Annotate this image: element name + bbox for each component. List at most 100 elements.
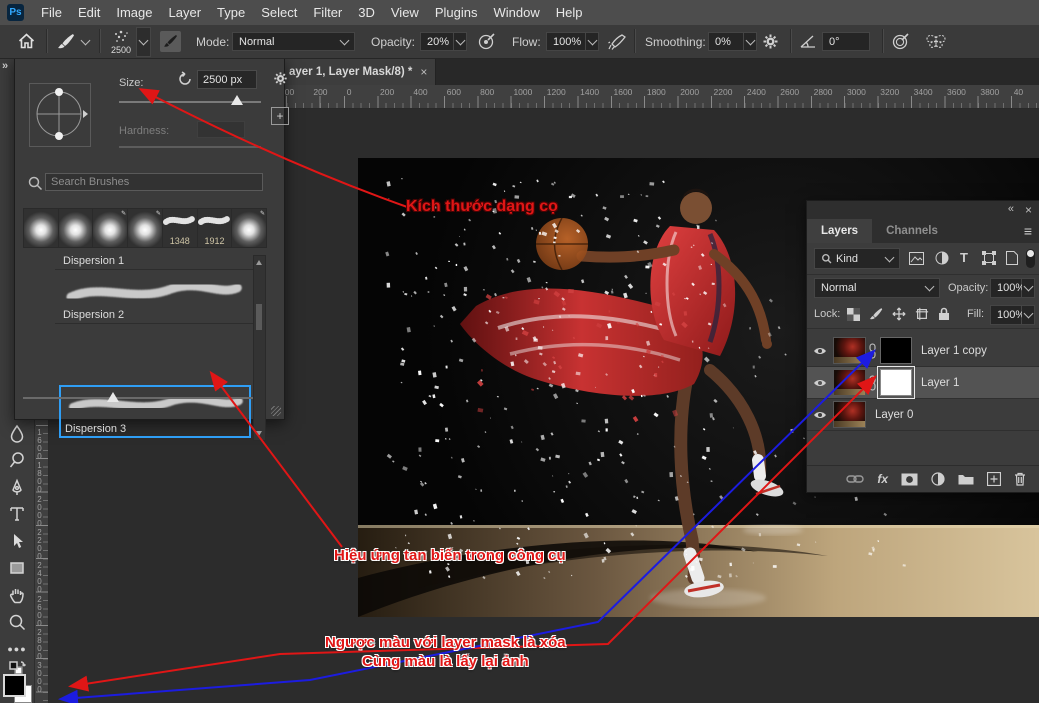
hand-tool[interactable]	[6, 584, 28, 606]
layer-thumbnail[interactable]	[833, 337, 866, 364]
brush-thumbnail-stroke[interactable]: 1348	[163, 209, 197, 247]
brush-preset-preview[interactable]	[108, 28, 134, 46]
panel-resize-grip[interactable]	[271, 406, 281, 416]
size-slider-thumb[interactable]	[231, 95, 243, 105]
menu-file[interactable]: File	[41, 5, 62, 20]
new-adjustment-layer-icon[interactable]	[931, 472, 945, 486]
menu-plugins[interactable]: Plugins	[435, 5, 478, 20]
panel-collapse-icon[interactable]: «	[1008, 203, 1014, 215]
type-tool[interactable]	[6, 503, 28, 525]
layer-fill-value[interactable]: 100%	[990, 305, 1022, 325]
add-layer-mask-icon[interactable]	[901, 473, 918, 486]
filter-adjustment-layers-icon[interactable]	[935, 251, 949, 265]
lock-artboard-icon[interactable]	[915, 307, 929, 321]
menu-image[interactable]: Image	[116, 5, 152, 20]
new-group-icon[interactable]	[958, 473, 974, 485]
panel-gear-icon[interactable]	[273, 71, 288, 91]
opacity-chevron-icon[interactable]	[454, 32, 467, 51]
scroll-down-icon[interactable]	[256, 431, 262, 436]
menu-window[interactable]: Window	[493, 5, 539, 20]
brush-thumbnail-soft[interactable]: ✎	[93, 209, 127, 247]
layer-row-selected[interactable]: Layer 1	[807, 367, 1039, 399]
delete-layer-trash-icon[interactable]	[1014, 472, 1026, 486]
mask-link-icon[interactable]	[868, 343, 877, 359]
brush-preset-chevron-icon[interactable]	[136, 27, 151, 57]
pressure-opacity-icon[interactable]	[478, 33, 496, 50]
new-layer-icon[interactable]	[987, 472, 1001, 486]
smoothing-gear-icon[interactable]	[762, 33, 779, 50]
brush-thumbnail-soft[interactable]: ✎	[232, 209, 266, 247]
path-selection-tool[interactable]	[6, 530, 28, 552]
brush-group-name[interactable]: Dispersion 1	[63, 255, 124, 267]
tab-channels[interactable]: Channels	[872, 219, 952, 243]
pen-tool[interactable]	[6, 476, 28, 498]
lock-all-icon[interactable]	[938, 307, 950, 321]
link-layers-icon[interactable]	[846, 474, 864, 484]
filter-pixel-layers-icon[interactable]	[909, 252, 924, 265]
layer-name[interactable]: Layer 1 copy	[921, 345, 987, 357]
mode-select[interactable]: Normal	[232, 32, 355, 51]
dock-expand-icon[interactable]: »	[2, 60, 8, 72]
filter-smart-objects-icon[interactable]	[1006, 251, 1018, 265]
brush-angle-value[interactable]: 0°	[822, 32, 870, 51]
opacity-value[interactable]: 20%	[420, 32, 454, 51]
lock-position-icon[interactable]	[892, 307, 906, 321]
brush-tool-icon[interactable]	[57, 33, 75, 50]
dodge-tool[interactable]	[6, 449, 28, 471]
blend-mode-select[interactable]: Normal	[814, 278, 940, 298]
airbrush-icon[interactable]	[608, 33, 627, 50]
layer-mask-thumbnail[interactable]	[880, 337, 912, 364]
layer-mask-thumbnail-selected[interactable]	[880, 369, 912, 396]
scrollbar-thumb[interactable]	[256, 304, 262, 330]
filter-type-layers-icon[interactable]: T	[960, 250, 968, 265]
brush-thumbnail-soft[interactable]	[59, 209, 93, 247]
layer-thumbnail[interactable]	[833, 369, 866, 396]
symmetry-butterfly-icon[interactable]	[925, 33, 947, 50]
document-tab-close-icon[interactable]: ×	[420, 65, 427, 79]
preview-size-slider[interactable]	[23, 397, 253, 399]
brush-tool-chevron-icon[interactable]	[82, 40, 89, 44]
photoshop-logo[interactable]: Ps	[7, 4, 24, 21]
layer-name[interactable]: Layer 1	[921, 377, 959, 389]
smoothing-chevron-icon[interactable]	[744, 32, 757, 51]
flow-chevron-icon[interactable]	[586, 32, 599, 51]
menu-help[interactable]: Help	[556, 5, 583, 20]
zoom-tool[interactable]	[6, 611, 28, 633]
pressure-size-icon[interactable]	[892, 33, 910, 50]
lock-transparency-icon[interactable]	[847, 308, 860, 321]
layer-opacity-value[interactable]: 100%	[990, 278, 1022, 298]
rectangle-tool[interactable]	[6, 557, 28, 579]
search-brushes-input[interactable]	[45, 173, 263, 191]
menu-layer[interactable]: Layer	[169, 5, 202, 20]
home-icon[interactable]	[18, 33, 35, 49]
brush-thumbnail-soft[interactable]: ✎	[128, 209, 162, 247]
layer-fill-chevron-icon[interactable]	[1022, 305, 1035, 325]
brush-group-selected[interactable]: Dispersion 3	[59, 385, 251, 438]
menu-view[interactable]: View	[391, 5, 419, 20]
layer-visibility-eye-icon[interactable]	[807, 410, 833, 420]
flow-value[interactable]: 100%	[546, 32, 586, 51]
tab-layers[interactable]: Layers	[807, 219, 872, 243]
menu-type[interactable]: Type	[217, 5, 245, 20]
lock-pixels-icon[interactable]	[869, 307, 883, 321]
brush-thumbnail-soft[interactable]	[24, 209, 58, 247]
layer-name[interactable]: Layer 0	[875, 409, 913, 421]
panel-close-icon[interactable]: ×	[1025, 203, 1032, 217]
brush-stroke-preview[interactable]	[61, 273, 247, 313]
blur-tool[interactable]	[6, 422, 28, 444]
foreground-background-swatches[interactable]	[3, 674, 33, 703]
scroll-up-icon[interactable]	[256, 260, 262, 265]
brush-group-name[interactable]: Dispersion 2	[63, 309, 124, 321]
layer-opacity-chevron-icon[interactable]	[1022, 278, 1035, 298]
size-value-field[interactable]: 2500 px	[197, 70, 257, 89]
mask-link-icon[interactable]	[868, 375, 877, 391]
brush-settings-panel-toggle[interactable]	[160, 31, 181, 52]
filter-toggle[interactable]	[1026, 249, 1035, 268]
menu-3d[interactable]: 3D	[358, 5, 375, 20]
layer-thumbnail[interactable]	[833, 401, 866, 428]
brush-thumbnail-stroke[interactable]: 1912	[198, 209, 232, 247]
foreground-color-swatch[interactable]	[3, 674, 26, 697]
menu-filter[interactable]: Filter	[313, 5, 342, 20]
preview-size-slider-thumb[interactable]	[107, 392, 119, 402]
layer-style-fx-icon[interactable]: fx	[877, 472, 888, 486]
